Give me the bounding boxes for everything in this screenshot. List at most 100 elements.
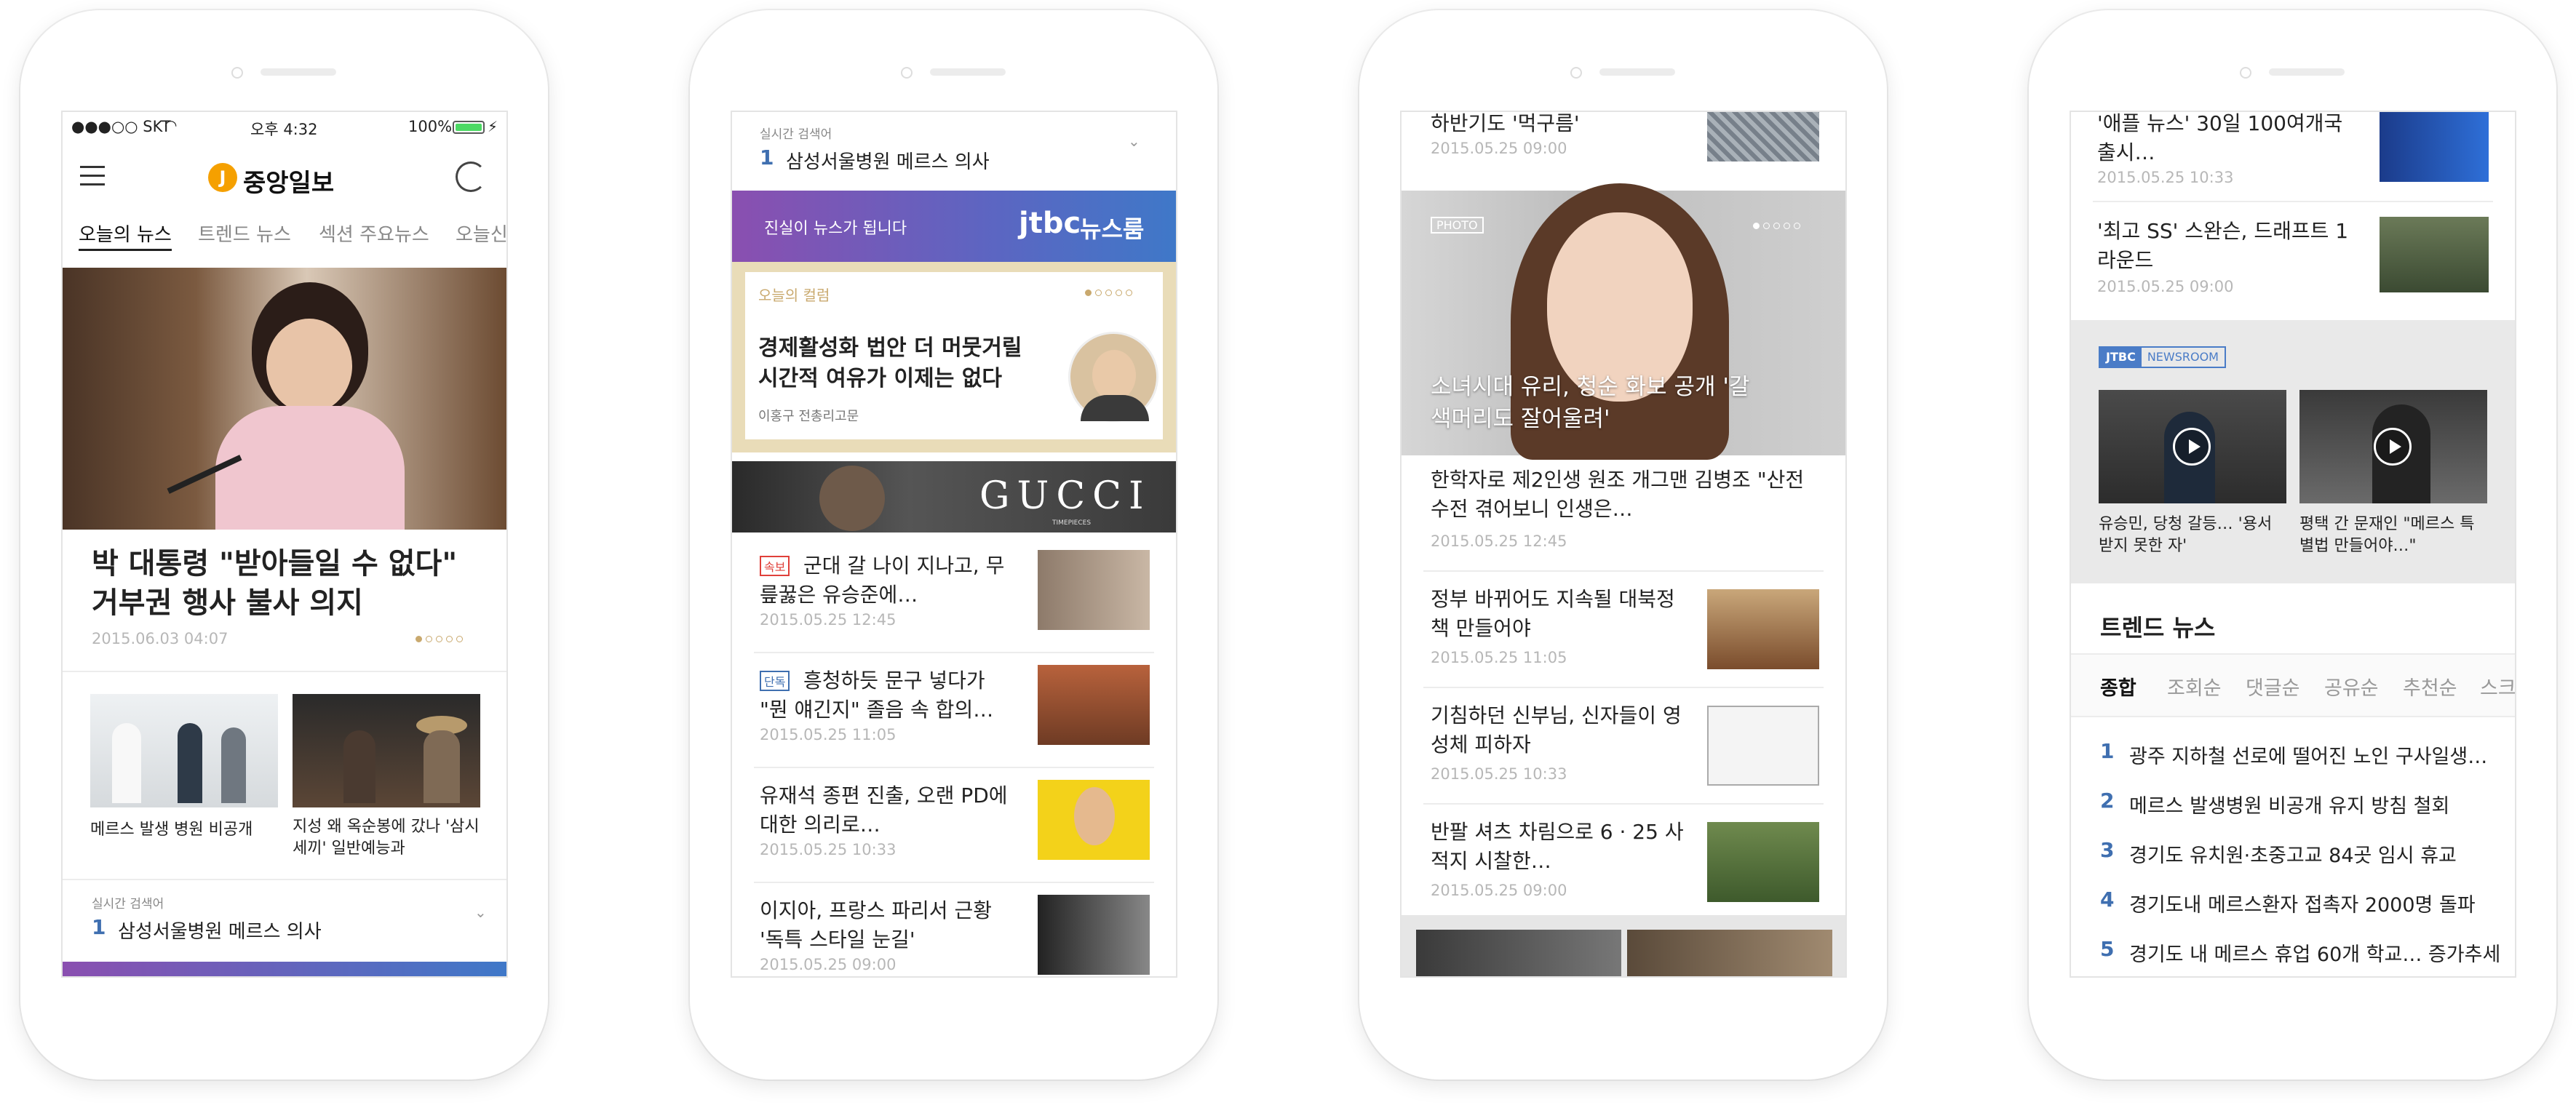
- news-title: 군대 갈 나이 지나고, 무릎꿇은 유승준에…: [760, 554, 1005, 607]
- column-label: 오늘의 컬럼: [758, 287, 830, 304]
- battery-icon: [453, 121, 485, 134]
- tab-more[interactable]: 스크: [2480, 672, 2515, 701]
- gallery-thumb[interactable]: [1627, 930, 1832, 976]
- news-item[interactable]: '애플 뉴스' 30일 100여개국 출시… 2015.05.25 10:33: [2071, 111, 2515, 199]
- card-caption-1[interactable]: 메르스 발생 병원 비공개: [90, 816, 253, 839]
- phone-3: 하반기도 '먹구름' 2015.05.25 09:00 PHOTO 소녀시대 유…: [1359, 10, 1887, 1080]
- video-thumb-2[interactable]: [2299, 390, 2487, 503]
- news-thumb: [1038, 665, 1150, 745]
- gucci-ad[interactable]: GUCCI TIMEPIECES: [732, 461, 1176, 532]
- video-caption-1[interactable]: 유승민, 당청 갈등… '용서받지 못한 자': [2099, 514, 2286, 557]
- screen-4: '애플 뉴스' 30일 100여개국 출시… 2015.05.25 10:33 …: [2070, 111, 2516, 978]
- realtime-keyword[interactable]: 삼성서울병원 메르스 의사: [786, 147, 990, 174]
- news-item[interactable]: 정부 바뀌어도 지속될 대북정책 만들어야 2015.05.25 11:05: [1402, 572, 1845, 687]
- news-title: 이지아, 프랑스 파리서 근황 '독특 스타일 눈길': [760, 898, 992, 952]
- refresh-icon[interactable]: [456, 161, 486, 192]
- carousel-dots[interactable]: [412, 631, 463, 645]
- photo-dots[interactable]: [1749, 218, 1800, 232]
- news-item[interactable]: 기침하던 신부님, 신자들이 영성체 피하자 2015.05.25 10:33: [1402, 688, 1845, 803]
- news-date: 2015.05.25 09:00: [1431, 140, 1567, 157]
- battery-percent: 100%: [408, 118, 453, 135]
- news-date: 2015.05.25 11:05: [760, 726, 897, 743]
- tab-views[interactable]: 조회순: [2167, 672, 2222, 701]
- column-dots[interactable]: [1081, 285, 1132, 299]
- gallery-strip: [1402, 915, 1845, 976]
- video-thumb-1[interactable]: [2099, 390, 2286, 503]
- news-item[interactable]: 단독 흥청하듯 문구 넣다가 "뭔 얘긴지" 졸음 속 합의… 2015.05.…: [732, 653, 1176, 767]
- app-logo[interactable]: J 중앙일보: [208, 160, 361, 198]
- jtbc-label: NEWSROOM: [2147, 350, 2219, 364]
- news-title: 흥청하듯 문구 넣다가 "뭔 얘긴지" 졸음 속 합의…: [760, 669, 994, 722]
- trend-title: 메르스 발생병원 비공개 유지 방침 철회: [2129, 795, 2450, 818]
- news-item[interactable]: 한학자로 제2인생 원조 개그맨 김병조 "산전수전 겪어보니 인생은… 201…: [1402, 455, 1845, 570]
- news-item[interactable]: '최고 SS' 스완슨, 드래프트 1라운드 2015.05.25 09:00: [2071, 202, 2515, 319]
- tab-overall[interactable]: 종합: [2100, 672, 2136, 701]
- jtbc-slogan: 진실이 뉴스가 됩니다: [764, 220, 907, 238]
- tab-section[interactable]: 섹션 주요뉴스: [319, 220, 429, 247]
- news-title: '애플 뉴스' 30일 100여개국 출시…: [2097, 111, 2343, 164]
- tab-more[interactable]: 오늘신: [456, 220, 506, 247]
- tab-comments[interactable]: 댓글순: [2246, 672, 2300, 701]
- news-item[interactable]: 이지아, 프랑스 파리서 근황 '독특 스타일 눈길' 2015.05.25 0…: [732, 883, 1176, 976]
- hero-title[interactable]: 박 대통령 "받아들일 수 없다" 거부권 행사 불사 의지: [92, 544, 485, 623]
- news-item[interactable]: 반팔 셔츠 차림으로 6 · 25 사적지 시찰한… 2015.05.25 09…: [1402, 805, 1845, 919]
- carrier: ●●●○○ SKT: [71, 118, 171, 135]
- trend-item[interactable]: 5 경기도 내 메르스 휴업 60개 학교… 증가추세: [2071, 930, 2515, 973]
- jtbc-banner[interactable]: 진실이 뉴스가 됩니다 jtbc 뉴스룸: [732, 191, 1176, 262]
- card-caption-2[interactable]: 지성 왜 옥순봉에 갔나 '삼시세끼' 일반예능과: [293, 816, 489, 860]
- phone-2: 실시간 검색어 1 삼성서울병원 메르스 의사 ⌄ 진실이 뉴스가 됩니다 jt…: [690, 10, 1217, 1080]
- chevron-down-icon[interactable]: ⌄: [1128, 132, 1140, 150]
- ad-sub: TIMEPIECES: [1052, 519, 1092, 527]
- jtbc-brand: JTBC: [2100, 348, 2142, 367]
- news-item[interactable]: 속보 군대 갈 나이 지나고, 무릎꿇은 유승준에… 2015.05.25 12…: [732, 538, 1176, 652]
- jtbc-logo: jtbc: [1019, 207, 1081, 240]
- hero-figure-body: [215, 406, 405, 530]
- trend-item[interactable]: 1 광주 지하철 선로에 떨어진 노인 구사일생…: [2071, 732, 2515, 775]
- trend-rank: 1: [2100, 739, 2115, 763]
- card-image-2[interactable]: [293, 694, 480, 807]
- trend-item[interactable]: 3 경기도 유치원·초중고교 84곳 임시 휴교: [2071, 831, 2515, 874]
- trend-tab-bar: 종합 조회순 댓글순 공유순 추천순 스크: [2071, 655, 2515, 716]
- trend-heading: 트렌드 뉴스: [2100, 614, 2216, 642]
- jtbc-badge: JTBC NEWSROOM: [2099, 346, 2226, 368]
- status-bar: ●●●○○ SKT ◠ 오후 4:32 100% ⚡: [63, 112, 506, 144]
- trend-item[interactable]: 4 경기도내 메르스환자 접촉자 2000명 돌파: [2071, 880, 2515, 924]
- photo-slide[interactable]: PHOTO 소녀시대 유리, 청순 화보 공개 '갈색머리도 잘어울려': [1402, 183, 1845, 460]
- jtbc-newsroom: 뉴스룸: [1080, 215, 1145, 243]
- screen-3: 하반기도 '먹구름' 2015.05.25 09:00 PHOTO 소녀시대 유…: [1400, 111, 1847, 978]
- trend-rank: 2: [2100, 789, 2115, 813]
- news-item[interactable]: 하반기도 '먹구름' 2015.05.25 09:00: [1402, 111, 1845, 182]
- news-date: 2015.05.25 12:45: [760, 611, 897, 629]
- ad-brand: GUCCI: [979, 474, 1151, 518]
- menu-icon[interactable]: [77, 161, 106, 191]
- trend-rank: 3: [2100, 838, 2115, 862]
- play-icon[interactable]: [2374, 428, 2412, 466]
- news-title: 유재석 종편 진출, 오랜 PD에 대한 의리로…: [760, 783, 1008, 837]
- realtime-rank: 1: [92, 915, 106, 939]
- tab-today[interactable]: 오늘의 뉴스: [79, 220, 172, 247]
- column-card[interactable]: 오늘의 컬럼 경제활성화 법안 더 머뭇거릴 시간적 여유가 이제는 없다 이홍…: [745, 272, 1163, 439]
- speaker: [261, 68, 336, 76]
- tab-shares[interactable]: 공유순: [2324, 672, 2379, 701]
- author-avatar: [1068, 332, 1158, 422]
- news-title: 정부 바뀌어도 지속될 대북정책 만들어야: [1431, 587, 1675, 640]
- news-title: 반팔 셔츠 차림으로 6 · 25 사적지 시찰한…: [1431, 820, 1684, 873]
- tab-bar: 오늘의 뉴스 트렌드 뉴스 섹션 주요뉴스 오늘신: [63, 214, 506, 252]
- card-image-1[interactable]: [90, 694, 278, 807]
- gallery-thumb[interactable]: [1416, 930, 1621, 976]
- video-caption-2[interactable]: 평택 간 문재인 "메르스 특별법 만들어야…": [2299, 514, 2487, 557]
- tab-recommend[interactable]: 추천순: [2403, 672, 2457, 701]
- column-section: 오늘의 컬럼 경제활성화 법안 더 머뭇거릴 시간적 여유가 이제는 없다 이홍…: [732, 262, 1176, 452]
- tab-trend[interactable]: 트렌드 뉴스: [198, 220, 291, 247]
- realtime-keyword[interactable]: 삼성서울병원 메르스 의사: [118, 917, 322, 944]
- trend-title: 경기도내 메르스환자 접촉자 2000명 돌파: [2129, 894, 2476, 917]
- hero-image[interactable]: [63, 268, 506, 530]
- news-title: 하반기도 '먹구름': [1431, 111, 1580, 135]
- jtbc-strip: [63, 962, 506, 976]
- chevron-down-icon[interactable]: ⌄: [474, 903, 487, 921]
- trend-title: 경기도 유치원·초중고교 84곳 임시 휴교: [2129, 845, 2457, 867]
- logo-text: 중앙일보: [243, 169, 335, 198]
- play-icon[interactable]: [2173, 428, 2211, 466]
- news-item[interactable]: 유재석 종편 진출, 오랜 PD에 대한 의리로… 2015.05.25 10:…: [732, 768, 1176, 882]
- trend-item[interactable]: 2 메르스 발생병원 비공개 유지 방침 철회: [2071, 781, 2515, 825]
